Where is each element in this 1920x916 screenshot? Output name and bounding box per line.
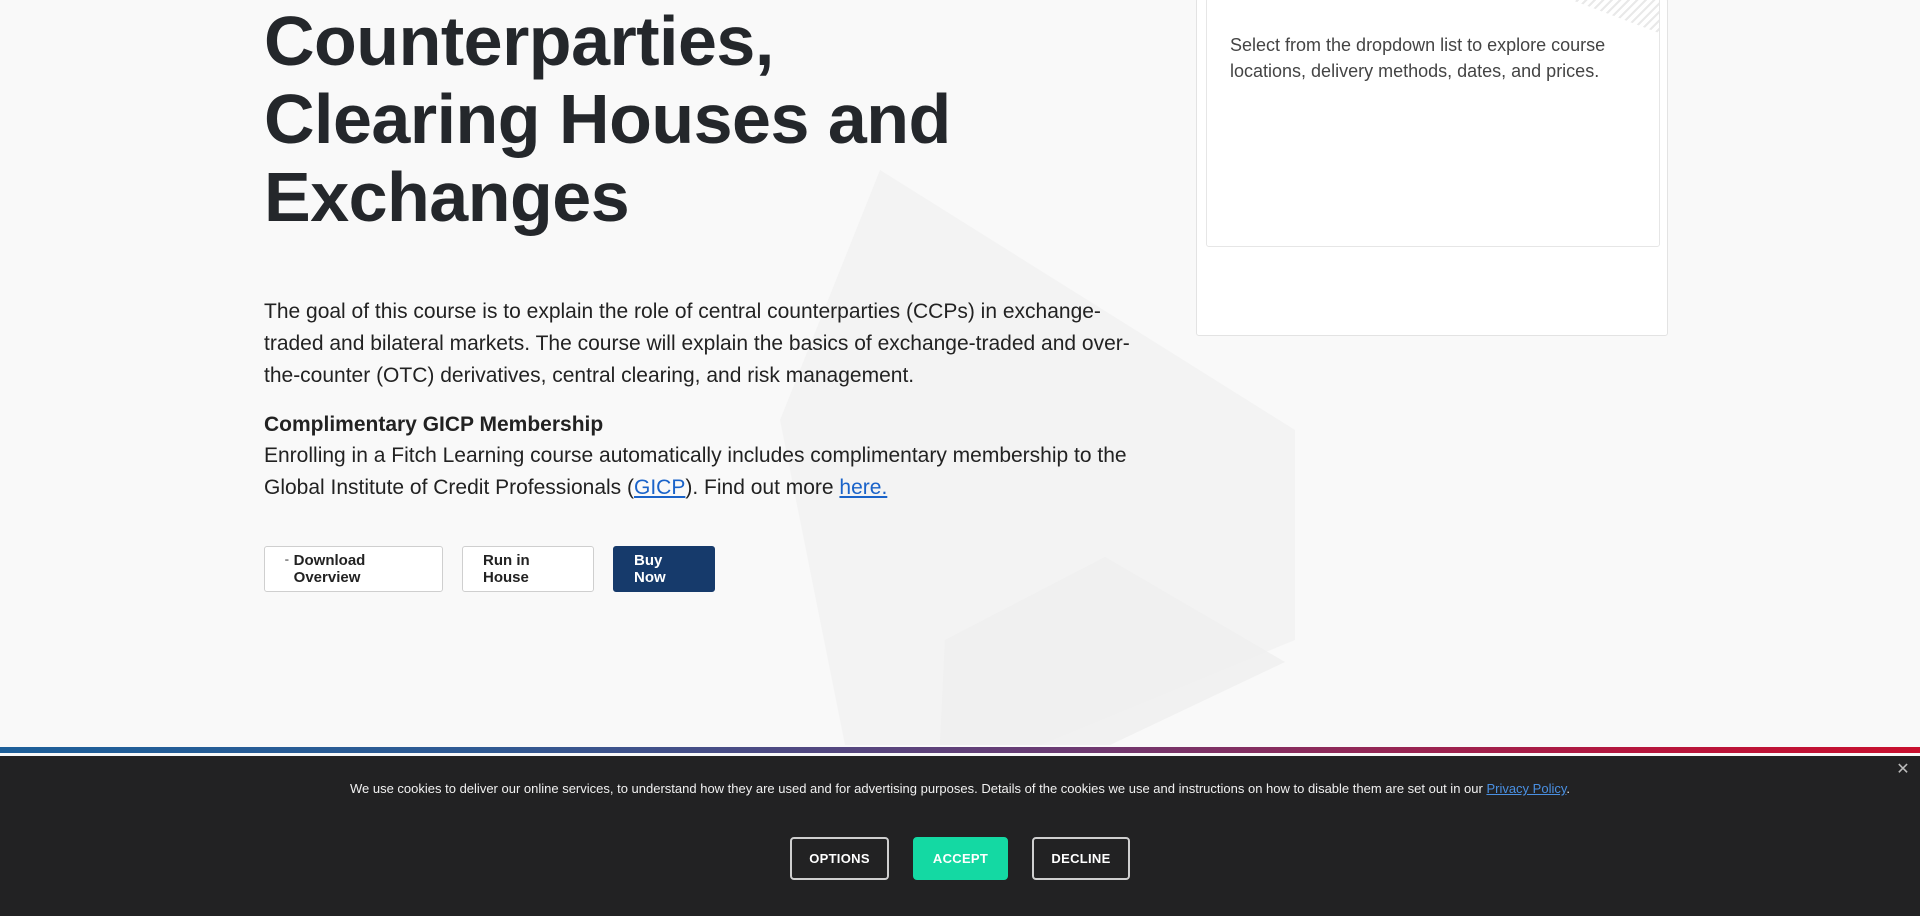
close-icon[interactable]: ✕ <box>1894 761 1912 779</box>
title-line: Clearing Houses and <box>264 80 951 158</box>
membership-text: Enrolling in a Fitch Learning course aut… <box>264 440 1144 504</box>
cookie-buttons: OPTIONS ACCEPT DECLINE <box>0 837 1920 880</box>
run-in-house-label: Run in House <box>483 552 530 586</box>
title-line: Exchanges <box>264 158 630 236</box>
course-description: The goal of this course is to explain th… <box>264 300 1130 387</box>
cookie-message: We use cookies to deliver our online ser… <box>0 781 1920 797</box>
download-overview-label: Download Overview <box>293 552 366 586</box>
cookie-message-text: We use cookies to deliver our online ser… <box>349 781 1487 796</box>
page-title: Counterparties, Clearing Houses and Exch… <box>264 2 964 236</box>
cookie-options-button[interactable]: OPTIONS <box>790 837 889 880</box>
cookie-accept-button[interactable]: ACCEPT <box>913 837 1008 880</box>
privacy-policy-link[interactable]: Privacy Policy <box>1486 781 1566 796</box>
cookie-decline-button[interactable]: DECLINE <box>1032 837 1130 880</box>
gicp-link[interactable]: GICP <box>634 476 685 499</box>
cookie-banner: ✕ We use cookies to deliver our online s… <box>0 756 1920 916</box>
action-buttons: ˉ Download Overview Run in House Buy Now <box>264 546 715 592</box>
buy-now-label: Buy Now <box>634 552 666 586</box>
stripe-decoration <box>1569 0 1659 33</box>
page: Counterparties, Clearing Houses and Exch… <box>0 0 1920 916</box>
course-options-card: Select from the dropdown list to explore… <box>1206 0 1660 247</box>
find-out-more-link[interactable]: here. <box>839 476 887 499</box>
cookie-message-end: . <box>1566 781 1571 796</box>
course-options-hint: Select from the dropdown list to explore… <box>1230 35 1606 81</box>
buy-now-button[interactable]: Buy Now <box>613 546 715 592</box>
course-options-panel: Select from the dropdown list to explore… <box>1196 0 1668 336</box>
title-line: Counterparties, <box>264 2 774 80</box>
membership-text-middle: ). Find out more <box>685 476 840 499</box>
membership-heading: Complimentary GICP Membership <box>264 413 604 436</box>
download-icon: ˉ <box>285 558 289 570</box>
gradient-divider <box>0 747 1920 753</box>
download-overview-button[interactable]: ˉ Download Overview <box>264 546 443 592</box>
run-in-house-button[interactable]: Run in House <box>462 546 594 592</box>
